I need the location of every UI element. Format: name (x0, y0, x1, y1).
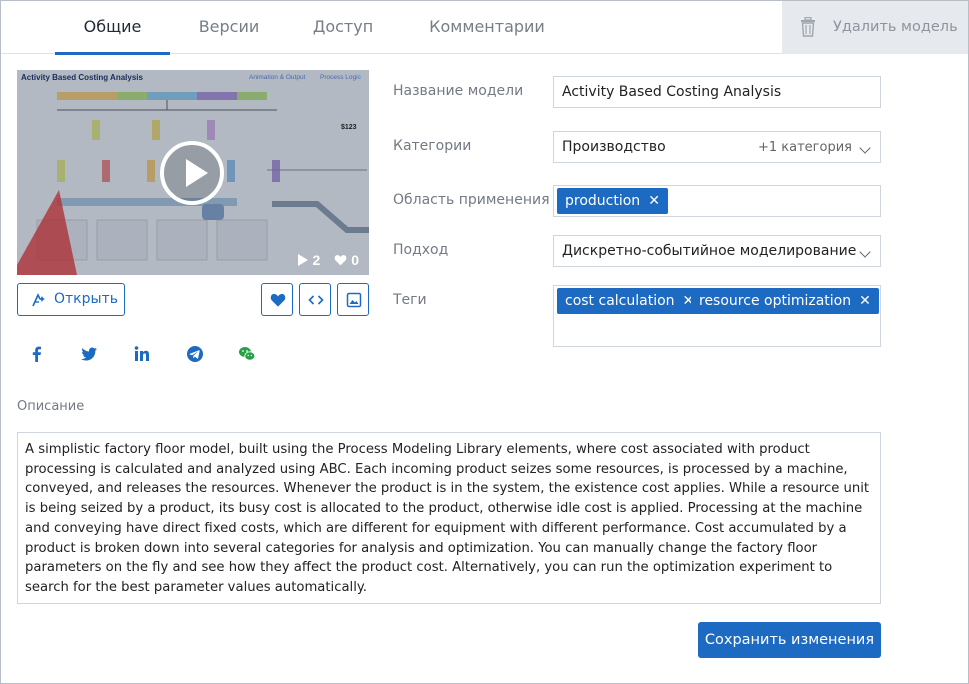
embed-code-button[interactable] (299, 283, 331, 316)
categories-select[interactable]: Производство +1 категория (553, 131, 881, 163)
model-name-label: Название модели (393, 83, 524, 99)
categories-value: Производство (562, 139, 666, 155)
like-button[interactable] (261, 283, 293, 316)
chevron-down-icon (859, 246, 871, 258)
play-count-icon (297, 254, 308, 266)
facebook-icon[interactable] (28, 345, 46, 363)
approach-select[interactable]: Дискретно-событийное моделирование (553, 235, 881, 267)
model-preview[interactable]: Activity Based Costing Analysis Animatio… (17, 70, 369, 275)
remove-chip-icon[interactable]: ✕ (859, 293, 871, 309)
tab-bar: Общие Версии Доступ Комментарии Удалить … (1, 1, 968, 55)
description-label: Описание (17, 399, 85, 414)
preview-stats: 2 0 (297, 251, 359, 268)
open-model-label: Открыть (54, 291, 118, 307)
chip-resource-optimization[interactable]: resource optimization ✕ (691, 288, 879, 314)
play-count: 2 (312, 252, 321, 268)
wechat-icon[interactable] (238, 345, 256, 363)
open-model-icon (32, 293, 45, 307)
play-video-button[interactable] (160, 141, 224, 205)
tab-access[interactable]: Доступ (301, 1, 385, 54)
embed-code-icon (308, 295, 324, 305)
heart-icon (270, 293, 286, 307)
like-count: 0 (351, 252, 359, 268)
description-textarea[interactable]: A simplistic factory floor model, built … (17, 432, 881, 604)
application-area-label: Область применения (393, 192, 550, 208)
preview-price: $123 (341, 124, 357, 131)
delete-model-label: Удалить модель (833, 19, 958, 35)
linkedin-icon[interactable] (133, 345, 151, 363)
chip-label: cost calculation (565, 293, 675, 309)
categories-extra-count: +1 категория (758, 140, 852, 155)
telegram-icon[interactable] (186, 345, 204, 363)
tab-general[interactable]: Общие (55, 1, 170, 55)
tab-comments[interactable]: Комментарии (415, 1, 559, 54)
preview-nav-logic: Process Logic (320, 74, 361, 81)
change-image-button[interactable] (337, 283, 369, 316)
model-name-value: Activity Based Costing Analysis (562, 84, 782, 100)
chip-cost-calculation[interactable]: cost calculation ✕ (557, 288, 703, 314)
image-icon (346, 292, 362, 308)
chip-label: production (565, 193, 641, 209)
approach-value: Дискретно-событийное моделирование (562, 243, 857, 259)
tab-versions[interactable]: Версии (185, 1, 273, 54)
delete-model-button[interactable]: Удалить модель (782, 1, 968, 54)
trash-icon (801, 17, 815, 37)
chip-label: resource optimization (699, 293, 852, 309)
application-area-input[interactable]: production ✕ (553, 185, 881, 217)
approach-label: Подход (393, 242, 449, 258)
chevron-down-icon (859, 142, 871, 154)
tags-label: Теги (393, 292, 427, 308)
save-changes-button[interactable]: Сохранить изменения (698, 622, 881, 658)
model-name-input[interactable]: Activity Based Costing Analysis (553, 76, 881, 108)
chip-production[interactable]: production ✕ (557, 188, 668, 214)
tags-input[interactable]: cost calculation ✕ resource optimization ✕ (553, 285, 881, 347)
twitter-icon[interactable] (80, 345, 98, 363)
remove-chip-icon[interactable]: ✕ (648, 193, 660, 209)
categories-label: Категории (393, 138, 472, 154)
preview-title: Activity Based Costing Analysis (21, 73, 143, 82)
open-model-button[interactable]: Открыть (17, 283, 125, 316)
preview-nav-animation: Animation & Output (249, 74, 306, 81)
like-count-icon (334, 255, 347, 266)
